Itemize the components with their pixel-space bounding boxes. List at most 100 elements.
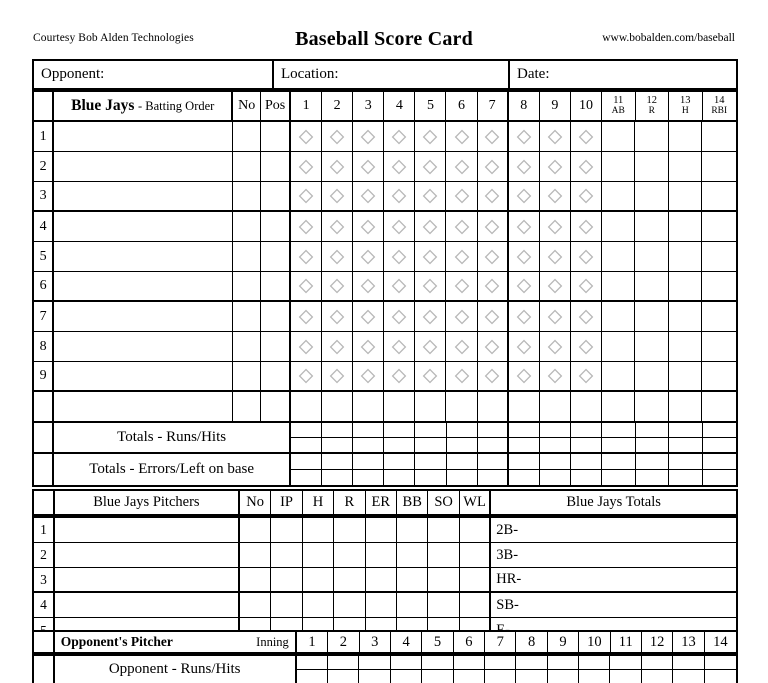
- batting-player-no-cell[interactable]: [233, 302, 261, 332]
- opponent-inning-cell[interactable]: [673, 656, 704, 683]
- batting-inning-cell[interactable]: [540, 332, 571, 362]
- pitchers-stat-cell-ip[interactable]: [271, 593, 302, 618]
- batting-inning-cell[interactable]: [540, 242, 571, 272]
- totals-subcell-upper[interactable]: [384, 454, 414, 470]
- batting-inning-cell[interactable]: [446, 272, 477, 302]
- opponent-subcell-upper[interactable]: [579, 656, 609, 670]
- pitchers-stat-cell-ip[interactable]: [271, 518, 302, 543]
- batting-stat-cell-h[interactable]: [669, 152, 703, 182]
- totals-inning-cell[interactable]: [291, 423, 322, 454]
- totals-inning-cell[interactable]: [571, 423, 602, 454]
- batting-stat-cell-ab[interactable]: [602, 182, 636, 212]
- pitchers-stat-cell-wl[interactable]: [460, 543, 491, 568]
- totals-inning-cell[interactable]: [540, 454, 571, 485]
- batting-inning-cell[interactable]: [384, 242, 415, 272]
- batting-player-name-cell[interactable]: [54, 272, 233, 302]
- batting-inning-cell[interactable]: [540, 152, 571, 182]
- batting-inning-cell[interactable]: [353, 152, 384, 182]
- batting-inning-cell[interactable]: [384, 122, 415, 152]
- blank-inning-cell[interactable]: [478, 392, 509, 423]
- totals-subcell-lower[interactable]: [291, 470, 321, 486]
- pitchers-totals-row[interactable]: 2B-: [491, 518, 736, 543]
- batting-player-name-cell[interactable]: [54, 182, 233, 212]
- totals-inning-cell[interactable]: [415, 423, 446, 454]
- batting-inning-cell[interactable]: [540, 362, 571, 392]
- pitchers-name-cell[interactable]: [55, 568, 240, 593]
- pitchers-stat-cell-wl[interactable]: [460, 568, 491, 593]
- opponent-inning-cell[interactable]: [359, 656, 390, 683]
- totals-subcell-lower[interactable]: [669, 438, 702, 453]
- totals-subcell-lower[interactable]: [540, 470, 570, 486]
- batting-inning-cell[interactable]: [322, 332, 353, 362]
- totals-subcell-lower[interactable]: [703, 438, 736, 453]
- opponent-subcell-upper[interactable]: [673, 656, 703, 670]
- batting-player-name-cell[interactable]: [54, 212, 233, 242]
- batting-inning-cell[interactable]: [353, 362, 384, 392]
- pitchers-stat-cell-no[interactable]: [240, 568, 271, 593]
- totals-subcell-lower[interactable]: [509, 438, 539, 453]
- opponent-subcell-upper[interactable]: [454, 656, 484, 670]
- totals-subcell-upper[interactable]: [384, 423, 414, 438]
- batting-stat-cell-rbi[interactable]: [702, 182, 735, 212]
- blank-inning-cell[interactable]: [509, 392, 540, 423]
- totals-subcell-upper[interactable]: [478, 454, 507, 470]
- totals-subcell-upper[interactable]: [509, 454, 539, 470]
- totals-inning-cell[interactable]: [509, 423, 540, 454]
- opponent-subcell-upper[interactable]: [297, 656, 327, 670]
- totals-subcell-lower[interactable]: [540, 438, 570, 453]
- blank-name-cell[interactable]: [54, 392, 233, 423]
- batting-inning-cell[interactable]: [353, 332, 384, 362]
- totals-subcell-upper[interactable]: [571, 423, 601, 438]
- batting-stat-cell-r[interactable]: [635, 152, 669, 182]
- totals-subcell-lower[interactable]: [602, 438, 635, 453]
- batting-inning-cell[interactable]: [446, 122, 477, 152]
- pitchers-stat-cell-so[interactable]: [428, 568, 459, 593]
- batting-inning-cell[interactable]: [291, 152, 322, 182]
- batting-inning-cell[interactable]: [291, 212, 322, 242]
- batting-inning-cell[interactable]: [291, 272, 322, 302]
- totals-subcell-upper[interactable]: [291, 454, 321, 470]
- batting-player-no-cell[interactable]: [233, 362, 261, 392]
- totals-subcell-upper[interactable]: [669, 454, 702, 470]
- pitchers-stat-cell-so[interactable]: [428, 543, 459, 568]
- batting-inning-cell[interactable]: [322, 272, 353, 302]
- totals-inning-cell[interactable]: [384, 423, 415, 454]
- batting-inning-cell[interactable]: [540, 182, 571, 212]
- opponent-inning-cell[interactable]: [642, 656, 673, 683]
- totals-inning-cell[interactable]: [384, 454, 415, 485]
- pitchers-stat-cell-bb[interactable]: [397, 568, 428, 593]
- blank-stat-cell[interactable]: [702, 392, 735, 423]
- totals-subcell-upper[interactable]: [322, 423, 352, 438]
- totals-subcell-upper[interactable]: [703, 423, 736, 438]
- batting-stat-cell-h[interactable]: [669, 122, 703, 152]
- batting-inning-cell[interactable]: [478, 332, 509, 362]
- totals-inning-cell[interactable]: [447, 454, 478, 485]
- totals-subcell-lower[interactable]: [415, 470, 445, 486]
- batting-stat-cell-rbi[interactable]: [702, 152, 735, 182]
- totals-subcell-lower[interactable]: [478, 470, 507, 486]
- batting-stat-cell-r[interactable]: [635, 122, 669, 152]
- batting-player-pos-cell[interactable]: [261, 302, 291, 332]
- batting-inning-cell[interactable]: [571, 302, 602, 332]
- opponent-subcell-upper[interactable]: [548, 656, 578, 670]
- batting-inning-cell[interactable]: [571, 242, 602, 272]
- batting-player-no-cell[interactable]: [233, 242, 261, 272]
- opponent-subcell-upper[interactable]: [705, 656, 736, 670]
- blank-stat-cell[interactable]: [602, 392, 636, 423]
- batting-inning-cell[interactable]: [509, 212, 540, 242]
- batting-stat-cell-ab[interactable]: [602, 242, 636, 272]
- batting-inning-cell[interactable]: [509, 302, 540, 332]
- batting-inning-cell[interactable]: [291, 182, 322, 212]
- batting-stat-cell-ab[interactable]: [602, 212, 636, 242]
- batting-inning-cell[interactable]: [446, 182, 477, 212]
- batting-inning-cell[interactable]: [384, 152, 415, 182]
- pitchers-stat-cell-h[interactable]: [303, 543, 334, 568]
- batting-inning-cell[interactable]: [353, 122, 384, 152]
- batting-stat-cell-ab[interactable]: [602, 332, 636, 362]
- batting-player-no-cell[interactable]: [233, 212, 261, 242]
- totals-subcell-lower[interactable]: [509, 470, 539, 486]
- batting-stat-cell-rbi[interactable]: [702, 242, 735, 272]
- batting-player-pos-cell[interactable]: [261, 182, 291, 212]
- batting-inning-cell[interactable]: [446, 302, 477, 332]
- batting-inning-cell[interactable]: [384, 272, 415, 302]
